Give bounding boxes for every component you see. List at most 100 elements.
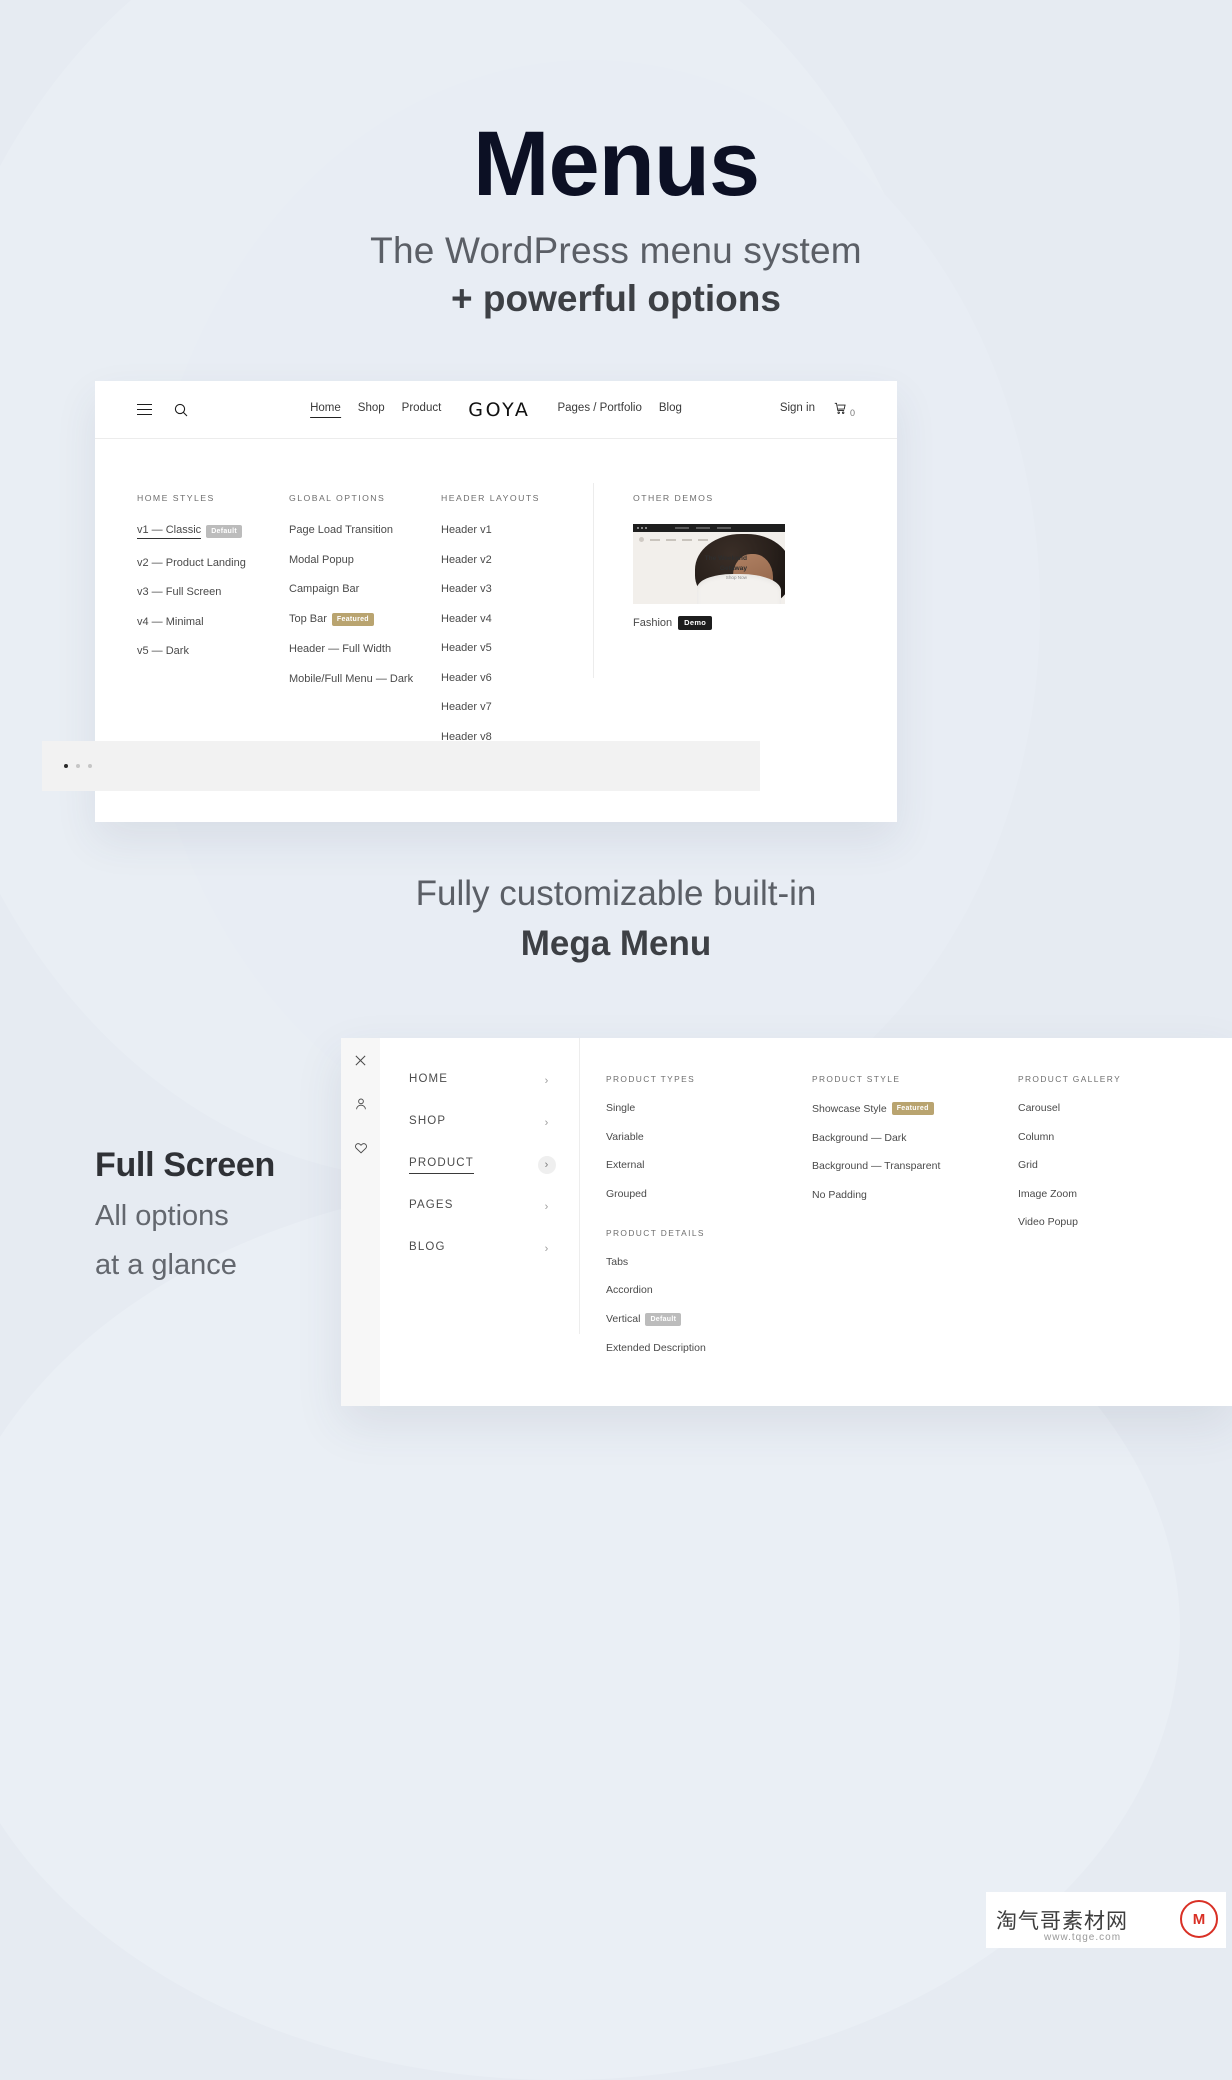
nav-link-pages-portfolio[interactable]: Pages / Portfolio [557,402,641,417]
fs-nav-item-product[interactable]: PRODUCT › [409,1156,556,1174]
fs-item-image-zoom[interactable]: Image Zoom [1018,1188,1200,1200]
menu-item-modal-popup[interactable]: Modal Popup [289,554,421,566]
header-left-tools [137,403,188,417]
column-heading: PRODUCT TYPES [606,1074,696,1084]
fs-item-video-popup[interactable]: Video Popup [1018,1216,1200,1228]
fs-item-label: Background — Dark [812,1131,907,1144]
fs-item-grid[interactable]: Grid [1018,1159,1200,1171]
menu-item-v4[interactable]: v4 — Minimal [137,616,269,628]
menu-item-header-v1[interactable]: Header v1 [441,524,553,536]
fs-nav-item-pages[interactable]: PAGES › [409,1198,556,1216]
fs-item-showcase-style[interactable]: Showcase Style Featured [812,1102,994,1115]
watermark-url: www.tqge.com [1044,1932,1122,1943]
fs-item-single[interactable]: Single [606,1102,788,1114]
fs-item-label: Image Zoom [1018,1187,1077,1200]
brand-logo[interactable]: GOYA [468,399,530,421]
fs-item-tabs[interactable]: Tabs [606,1256,788,1268]
demo-card-fashion[interactable]: The Weekend Getaway Shop Now Fashion Dem… [633,524,785,630]
fullscreen-footer: Currency USD ▾ Language English ▾ [409,1348,809,1954]
search-icon[interactable] [174,403,188,417]
menu-item-v5[interactable]: v5 — Dark [137,645,269,657]
watermark: 淘气哥素材网 www.tqge.com M [986,1892,1226,1948]
cart-icon [833,401,847,418]
fs-item-vertical[interactable]: Vertical Default [606,1312,788,1326]
mega-column-other-demos: OTHER DEMOS The Weekend Getaway Shop Now… [593,483,803,722]
menu-item-campaign-bar[interactable]: Campaign Bar [289,583,421,595]
fs-nav-label: SHOP [409,1115,447,1127]
fs-item-label: Grouped [606,1187,647,1200]
fs-item-accordion[interactable]: Accordion [606,1284,788,1296]
mega-column-header-layouts: HEADER LAYOUTS Header v1 Header v2 Heade… [441,493,593,772]
menu-item-header-v5[interactable]: Header v5 [441,642,553,654]
menu-item-label: Top Bar [289,613,327,625]
menu-item-v2[interactable]: v2 — Product Landing [137,557,269,569]
fullscreen-menu-mockup: HOME › SHOP › PRODUCT › PAGES › BLOG › P… [341,1038,1232,1406]
menu-item-label: Header — Full Width [289,643,392,655]
menu-item-label: Header v5 [441,642,492,654]
nav-link-product[interactable]: Product [402,402,442,417]
nav-link-home[interactable]: Home [310,402,341,418]
fs-item-label: No Padding [812,1188,867,1201]
chevron-right-icon: › [538,1156,556,1174]
header-right-tools: Sign in 0 [780,401,855,418]
column-heading: OTHER DEMOS [633,493,714,503]
hamburger-icon[interactable] [137,404,152,415]
fs-nav-label: PAGES [409,1199,454,1211]
fs-nav-label: PRODUCT [409,1157,474,1174]
fs-item-variable[interactable]: Variable [606,1131,788,1143]
fs-nav-item-shop[interactable]: SHOP › [409,1114,556,1132]
chevron-right-icon: › [544,1075,550,1087]
fs-item-grouped[interactable]: Grouped [606,1188,788,1200]
column-heading: HOME STYLES [137,493,215,503]
cart-button[interactable]: 0 [833,401,855,418]
carousel-dot-1[interactable] [64,764,68,768]
menu-item-label: Header v3 [441,583,492,595]
full-screen-sub-2: at a glance [95,1249,237,1282]
carousel-dots[interactable] [64,764,92,768]
menu-item-mobile-full-menu-dark[interactable]: Mobile/Full Menu — Dark [289,673,421,685]
menu-item-label: Header v4 [441,612,492,625]
menu-item-page-load-transition[interactable]: Page Load Transition [289,524,421,536]
fs-item-label: Accordion [606,1284,653,1296]
fs-column-product-style: PRODUCT STYLE Showcase Style Featured Ba… [812,1074,994,1406]
demo-caption: Fashion Demo [633,616,785,630]
fs-item-label: External [606,1159,645,1171]
fs-item-background-dark[interactable]: Background — Dark [812,1132,994,1144]
menu-item-header-v2[interactable]: Header v2 [441,554,553,566]
sign-in-link[interactable]: Sign in [780,402,815,417]
menu-item-header-v7[interactable]: Header v7 [441,701,553,713]
thumb-browser-bar [633,524,785,532]
menu-item-header-full-width[interactable]: Header — Full Width [289,643,421,655]
thumb-inner: The Weekend Getaway Shop Now [633,532,785,604]
user-icon[interactable] [352,1095,370,1113]
carousel-dot-3[interactable] [88,764,92,768]
menu-item-label: Campaign Bar [289,583,360,595]
fs-nav-item-blog[interactable]: BLOG › [409,1240,556,1258]
menu-item-top-bar[interactable]: Top Bar Featured [289,612,421,626]
fs-item-extended-description[interactable]: Extended Description [606,1342,788,1354]
menu-item-v1-classic[interactable]: v1 — Classic Default [137,524,269,539]
fs-item-carousel[interactable]: Carousel [1018,1102,1200,1114]
fs-item-background-transparent[interactable]: Background — Transparent [812,1160,994,1172]
fs-item-label: Variable [606,1130,644,1143]
page-title: Menus [472,113,760,215]
menu-item-v3[interactable]: v3 — Full Screen [137,586,269,598]
close-icon[interactable] [352,1051,370,1069]
fs-nav-item-home[interactable]: HOME › [409,1072,556,1090]
carousel-dot-2[interactable] [76,764,80,768]
nav-link-blog[interactable]: Blog [659,402,682,417]
menu-item-header-v6[interactable]: Header v6 [441,672,553,684]
menu-item-header-v3[interactable]: Header v3 [441,583,553,595]
fs-item-external[interactable]: External [606,1159,788,1171]
fs-item-column[interactable]: Column [1018,1131,1200,1143]
primary-nav: Home Shop Product GOYA Pages / Portfolio… [310,399,682,421]
heart-icon[interactable] [352,1139,370,1157]
thumb-cta: Shop Now [725,575,747,581]
fs-item-no-padding[interactable]: No Padding [812,1189,994,1201]
menu-item-header-v4[interactable]: Header v4 [441,613,553,625]
hero-subtitle-1: The WordPress menu system [370,230,862,271]
nav-link-shop[interactable]: Shop [358,402,385,417]
mega-column-home-styles: HOME STYLES v1 — Classic Default v2 — Pr… [137,493,289,722]
column-heading: GLOBAL OPTIONS [289,493,386,503]
watermark-text: 淘气哥素材网 [996,1910,1128,1933]
